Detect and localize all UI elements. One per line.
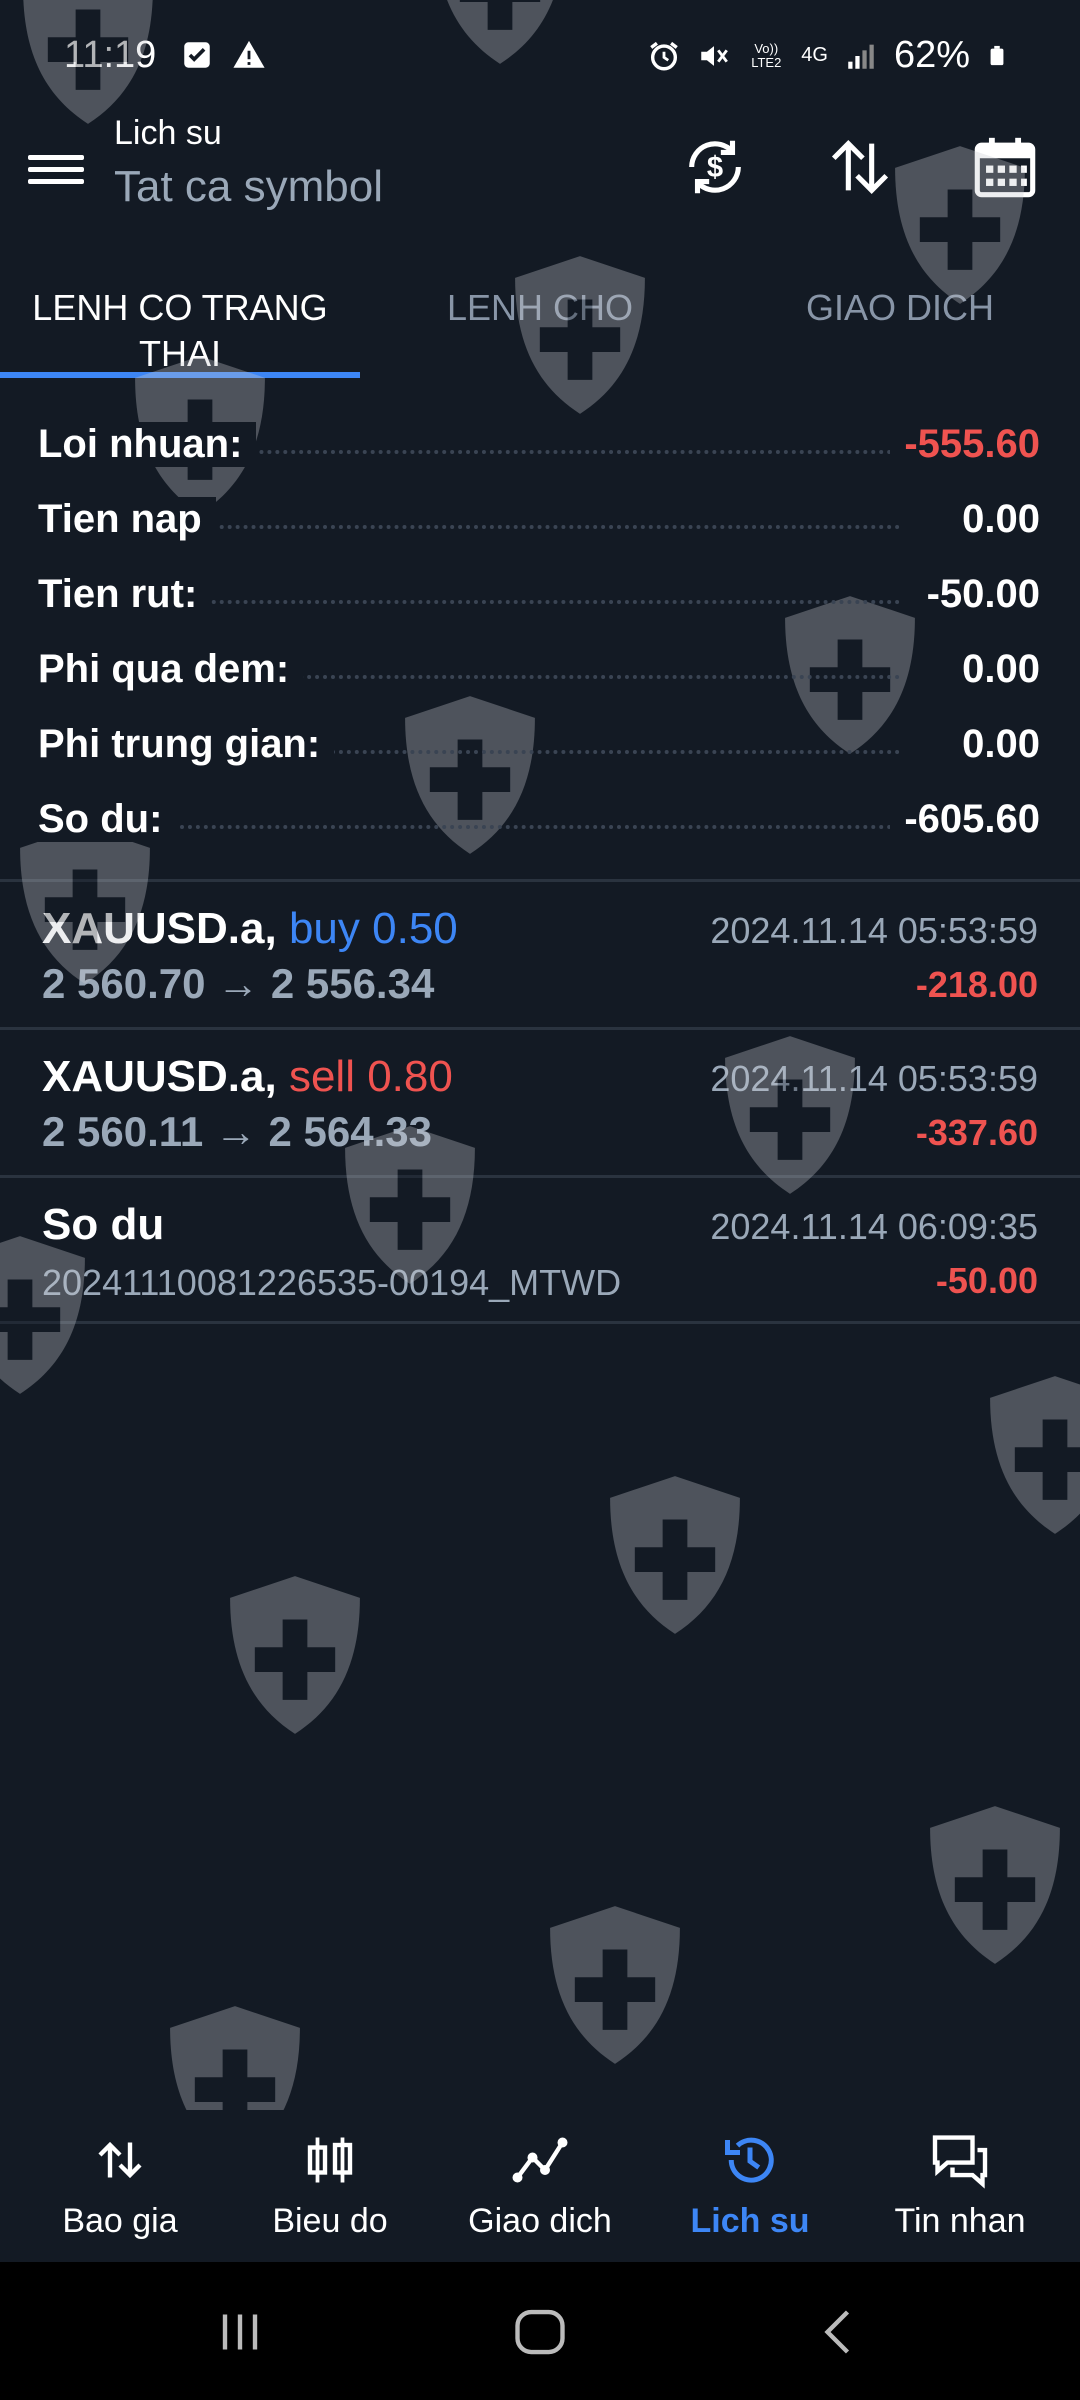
system-nav-bar [0,2262,1080,2400]
messages-icon [932,2135,988,2189]
nav-label: Tin nhan [894,2202,1026,2240]
summary-section: Loi nhuan: -555.60 Tien nap 0.00 Tien ru… [0,412,1080,862]
summary-row-commission: Phi trung gian: 0.00 [0,712,1080,787]
mute-icon [701,45,729,66]
deal-symbol-line: XAUUSD.a, buy 0.50 [42,904,458,954]
nav-label: Bieu do [272,2202,388,2240]
tab-bar: LENH CO TRANG THAI LENH CHO GIAO DICH [0,285,1080,383]
summary-value: -605.60 [890,797,1040,842]
status-time: 11:19 [64,34,157,76]
dotted-leader [180,450,900,454]
sort-icon[interactable] [825,132,895,202]
summary-row-swap: Phi qua dem: 0.00 [0,637,1080,712]
watermark-shield-icon [595,1470,755,1640]
candlestick-icon [307,2137,353,2183]
nav-quotes[interactable]: Bao gia [12,2110,228,2260]
deal-time: 2024.11.14 06:09:35 [710,1206,1038,1247]
summary-value: 0.00 [948,497,1040,542]
dotted-leader [180,600,900,604]
battery-percent: 62% [893,34,970,76]
status-bar: 11:19 Vo)) LTE2 4G 62% [0,0,1080,120]
summary-value: 0.00 [948,722,1040,767]
nav-label: Lich su [690,2202,810,2240]
watermark-shield-icon [215,1570,375,1740]
svg-text:$: $ [707,152,723,184]
deal-profit: -50.00 [935,1260,1038,1301]
summary-value: 0.00 [948,647,1040,692]
nav-label: Bao gia [62,2202,178,2240]
summary-value: -555.60 [890,422,1040,467]
deal-symbol: XAUUSD.a, [42,1052,277,1101]
back-icon[interactable] [810,2302,870,2362]
volte-label: Vo)) LTE2 [751,40,782,70]
warning-icon [233,40,265,68]
summary-row-withdrawal: Tien rut: -50.00 [0,562,1080,637]
deal-time: 2024.11.14 05:53:59 [710,1058,1038,1099]
currency-exchange-icon[interactable]: $ [680,132,750,202]
nav-label: Giao dich [468,2202,612,2240]
deal-comment: 20241110081226535-00194_MTWD [42,1262,622,1303]
summary-row-deposit: Tien nap 0.00 [0,487,1080,562]
list-item[interactable]: So du 20241110081226535-00194_MTWD 2024.… [0,1178,1080,1323]
summary-label: Phi trung gian: [38,722,335,767]
nav-messages[interactable]: Tin nhan [852,2110,1068,2260]
watermark-shield-icon [975,1370,1080,1540]
deal-symbol: XAUUSD.a, [42,904,277,953]
deal-side: buy 0.50 [288,904,458,953]
deal-profit: -337.60 [915,1112,1038,1153]
summary-label: Loi nhuan: [38,422,257,467]
recent-apps-icon[interactable] [210,2302,270,2362]
nav-chart[interactable]: Bieu do [222,2110,438,2260]
deal-side: sell 0.80 [288,1052,453,1101]
deal-prices: 2 560.11 → 2 564.33 [42,1108,432,1155]
home-icon[interactable] [510,2302,570,2362]
watermark-shield-icon [915,1800,1075,1970]
app-bar: Lich su Tat ca symbol $ [0,110,1080,270]
network-type: 4G [801,44,828,66]
battery-icon [990,45,1004,65]
page-title: Lich su [114,114,222,152]
summary-label: So du: [38,797,177,842]
deal-symbol-line: XAUUSD.a, sell 0.80 [42,1052,453,1102]
summary-label: Phi qua dem: [38,647,304,692]
calendar-icon[interactable] [970,132,1040,202]
summary-row-profit: Loi nhuan: -555.60 [0,412,1080,487]
divider [0,1321,1080,1324]
active-tab-indicator [0,372,360,378]
signal-icon [848,44,874,69]
history-icon [725,2137,774,2183]
deal-prices: 2 560.70 → 2 556.34 [42,960,435,1007]
nav-trade[interactable]: Giao dich [432,2110,648,2260]
summary-label: Tien nap [38,497,216,542]
summary-label: Tien rut: [38,572,212,617]
tab-open-positions[interactable]: LENH CO TRANG THAI [0,285,360,377]
dotted-leader [180,825,900,829]
summary-row-balance: So du: -605.60 [0,787,1080,862]
checkbox-icon [184,42,210,68]
deal-profit: -218.00 [915,964,1038,1005]
tab-deals[interactable]: GIAO DICH [720,285,1080,331]
summary-value: -50.00 [912,572,1040,617]
tab-pending-orders[interactable]: LENH CHO [360,285,720,331]
bottom-nav: Bao gia Bieu do Giao dich Lich su Tin nh… [0,2110,1080,2260]
dotted-leader [180,525,900,529]
alarm-icon [650,41,679,70]
list-item[interactable]: XAUUSD.a, sell 0.80 2 560.11 → 2 564.33 … [0,1030,1080,1175]
deal-symbol: So du [42,1200,165,1249]
trade-line-icon [512,2137,568,2183]
nav-history[interactable]: Lich su [642,2110,858,2260]
quotes-arrows-icon [98,2141,142,2179]
menu-button[interactable] [28,148,84,204]
list-item[interactable]: XAUUSD.a, buy 0.50 2 560.70 → 2 556.34 2… [0,882,1080,1027]
symbol-filter[interactable]: Tat ca symbol [114,162,383,212]
deal-time: 2024.11.14 05:53:59 [710,910,1038,951]
watermark-shield-icon [535,1900,695,2070]
